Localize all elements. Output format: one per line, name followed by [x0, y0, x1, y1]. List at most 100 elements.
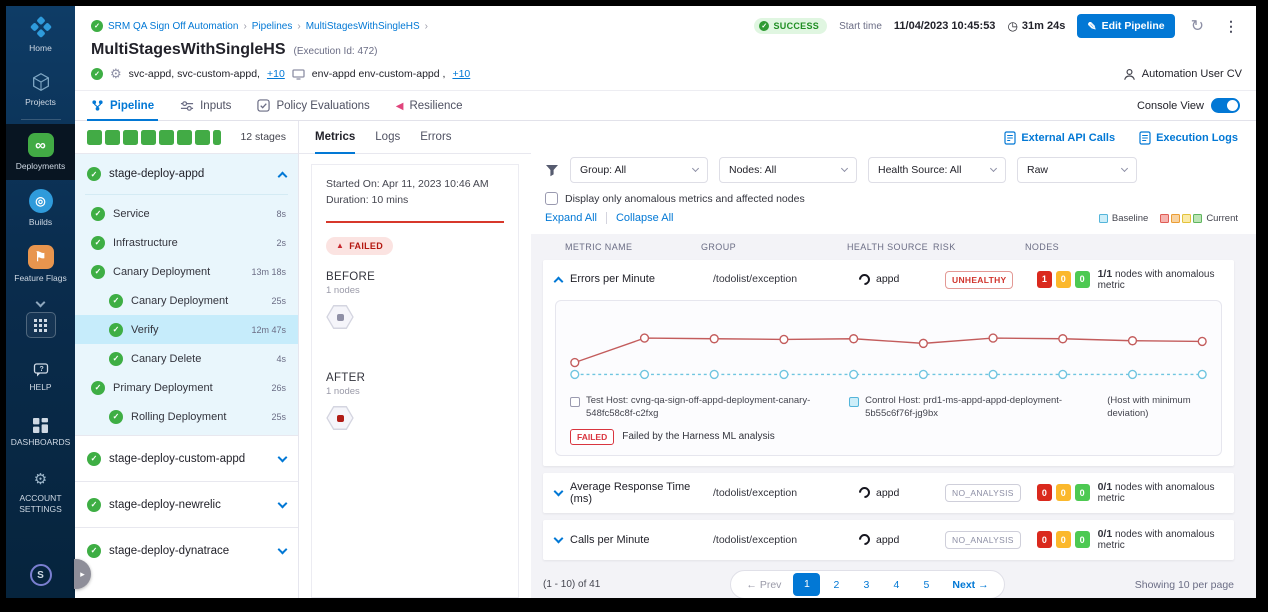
page-header: SRM QA Sign Off Automation› Pipelines› M…	[75, 6, 1256, 90]
gear-icon	[34, 470, 47, 489]
prev-page-button[interactable]: ← Prev	[736, 579, 791, 591]
stage-deploy-newrelic[interactable]: stage-deploy-newrelic	[75, 481, 298, 527]
tab-pipeline[interactable]: Pipeline	[91, 91, 154, 120]
step-canary-delete[interactable]: Canary Delete4s	[75, 344, 298, 373]
success-check-icon	[91, 265, 105, 279]
verify-status-badge: FAILED	[326, 237, 393, 255]
step-canary-deployment-child[interactable]: Canary Deployment25s	[75, 286, 298, 315]
sidebar-item-deployments[interactable]: ∞ Deployments	[6, 124, 75, 180]
breadcrumb-pipelines[interactable]: Pipelines	[252, 21, 293, 32]
metric-row-header[interactable]: Calls per Minute /todolist/exception app…	[543, 520, 1234, 560]
success-check-icon	[87, 167, 101, 181]
sidebar-item-account-settings[interactable]: ACCOUNT SETTINGS	[6, 461, 75, 522]
stage-progress-block	[159, 130, 174, 145]
chevron-down-icon[interactable]	[554, 486, 564, 496]
verify-step-panel: Metrics Logs Errors Started On: Apr 11, …	[299, 121, 531, 598]
collapse-all-link[interactable]: Collapse All	[616, 212, 673, 224]
breadcrumb: SRM QA Sign Off Automation› Pipelines› M…	[91, 20, 428, 32]
module-selector-button[interactable]	[26, 312, 56, 338]
environments-more-link[interactable]: +10	[452, 68, 470, 80]
before-node-hexagon[interactable]	[326, 305, 354, 330]
tab-errors[interactable]: Errors	[420, 121, 451, 153]
page-button-5[interactable]: 5	[912, 579, 940, 591]
page-button-3[interactable]: 3	[852, 579, 880, 591]
help-icon: ?	[32, 363, 49, 378]
stage-deploy-appd-header[interactable]: stage-deploy-appd	[75, 154, 298, 194]
chevron-down-icon	[692, 165, 699, 172]
sidebar-item-builds[interactable]: ◎ Builds	[6, 180, 75, 236]
sidebar-item-home[interactable]: Home	[6, 6, 75, 62]
more-options-button[interactable]	[1220, 16, 1242, 37]
healthy-node-count: 0	[1075, 531, 1090, 548]
metric-row-header[interactable]: Errors per Minute /todolist/exception ap…	[543, 260, 1234, 298]
raw-mode-select[interactable]: Raw	[1017, 157, 1137, 183]
tab-resilience[interactable]: Resilience	[396, 91, 463, 120]
filter-icon[interactable]	[545, 164, 559, 177]
success-check-icon	[91, 236, 105, 250]
metric-chart-svg	[566, 307, 1211, 393]
breadcrumb-pipeline[interactable]: MultiStagesWithSingleHS	[306, 21, 420, 32]
test-host-checkbox[interactable]	[570, 397, 580, 407]
edit-pipeline-button[interactable]: Edit Pipeline	[1077, 14, 1174, 38]
execution-logs-link[interactable]: Execution Logs	[1139, 131, 1238, 145]
step-canary-deployment[interactable]: Canary Deployment13m 18s	[75, 257, 298, 286]
execution-id: (Execution Id: 472)	[294, 46, 378, 57]
anomalous-node-count: 0	[1037, 531, 1052, 548]
chevron-up-icon[interactable]	[554, 276, 564, 286]
step-infrastructure[interactable]: Infrastructure2s	[75, 228, 298, 257]
resilience-icon	[396, 100, 404, 112]
console-view-toggle[interactable]	[1211, 98, 1240, 113]
tab-inputs[interactable]: Inputs	[180, 91, 231, 120]
services-more-link[interactable]: +10	[267, 68, 285, 80]
page-button-1[interactable]: 1	[793, 573, 820, 596]
stage-deploy-custom-appd[interactable]: stage-deploy-custom-appd	[75, 435, 298, 481]
breadcrumb-project[interactable]: SRM QA Sign Off Automation	[108, 21, 238, 32]
sidebar-item-help[interactable]: ? HELP	[6, 354, 75, 401]
verify-duration: Duration: 10 mins	[326, 193, 504, 209]
tab-logs[interactable]: Logs	[375, 121, 400, 153]
refresh-button[interactable]	[1187, 14, 1208, 38]
feature-flags-icon: ⚑	[28, 245, 54, 269]
table-header: METRIC NAME GROUP HEALTH SOURCE RISK NOD…	[543, 234, 1234, 260]
before-label: BEFORE	[326, 271, 504, 283]
chevron-down-icon	[278, 544, 288, 554]
pencil-icon	[1087, 20, 1096, 33]
tab-policy-evaluations[interactable]: Policy Evaluations	[257, 91, 369, 120]
anomalous-only-checkbox[interactable]	[545, 192, 558, 205]
appd-health-source-icon	[857, 271, 873, 287]
step-rolling-deployment[interactable]: Rolling Deployment25s	[75, 402, 298, 431]
sidebar-item-feature-flags[interactable]: ⚑ Feature Flags	[6, 236, 75, 292]
nodes-filter-select[interactable]: Nodes: All	[719, 157, 857, 183]
before-node-count: 1 nodes	[326, 285, 504, 296]
stage-deploy-dynatrace[interactable]: stage-deploy-dynatrace	[75, 527, 298, 573]
expand-all-link[interactable]: Expand All	[545, 212, 597, 224]
group-filter-select[interactable]: Group: All	[570, 157, 708, 183]
sidebar-item-projects[interactable]: Projects	[6, 62, 75, 116]
external-api-calls-link[interactable]: External API Calls	[1004, 131, 1115, 145]
next-page-button[interactable]: Next →	[942, 579, 998, 591]
verify-summary-card: Started On: Apr 11, 2023 10:46 AM Durati…	[311, 164, 519, 598]
user-avatar[interactable]: S	[30, 564, 52, 586]
page-button-4[interactable]: 4	[882, 579, 910, 591]
sidebar-item-dashboards[interactable]: DASHBOARDS	[6, 409, 75, 456]
step-verify[interactable]: Verify12m 47s	[75, 315, 298, 344]
health-source-filter-select[interactable]: Health Source: All	[868, 157, 1006, 183]
step-service[interactable]: Service8s	[75, 199, 298, 228]
page-button-2[interactable]: 2	[822, 579, 850, 591]
chevron-down-icon[interactable]	[554, 533, 564, 543]
success-check-icon	[87, 498, 101, 512]
healthy-node-count: 0	[1075, 271, 1090, 288]
apps-grid-icon	[34, 319, 47, 332]
after-label: AFTER	[326, 372, 504, 384]
healthy-node-count: 0	[1075, 484, 1090, 501]
app-window: Home Projects ∞ Deployments ◎ Builds ⚑ F…	[6, 6, 1256, 598]
sidebar-more-chevron-icon[interactable]	[36, 298, 46, 308]
tab-metrics[interactable]: Metrics	[315, 121, 355, 153]
success-check-icon	[109, 410, 123, 424]
after-node-hexagon[interactable]	[326, 406, 354, 431]
metric-row-header[interactable]: Average Response Time (ms) /todolist/exc…	[543, 473, 1234, 513]
control-host-checkbox[interactable]	[849, 397, 859, 407]
current-user: Automation User CV	[1123, 68, 1242, 81]
step-primary-deployment[interactable]: Primary Deployment26s	[75, 373, 298, 402]
risk-badge: NO_ANALYSIS	[945, 484, 1021, 502]
